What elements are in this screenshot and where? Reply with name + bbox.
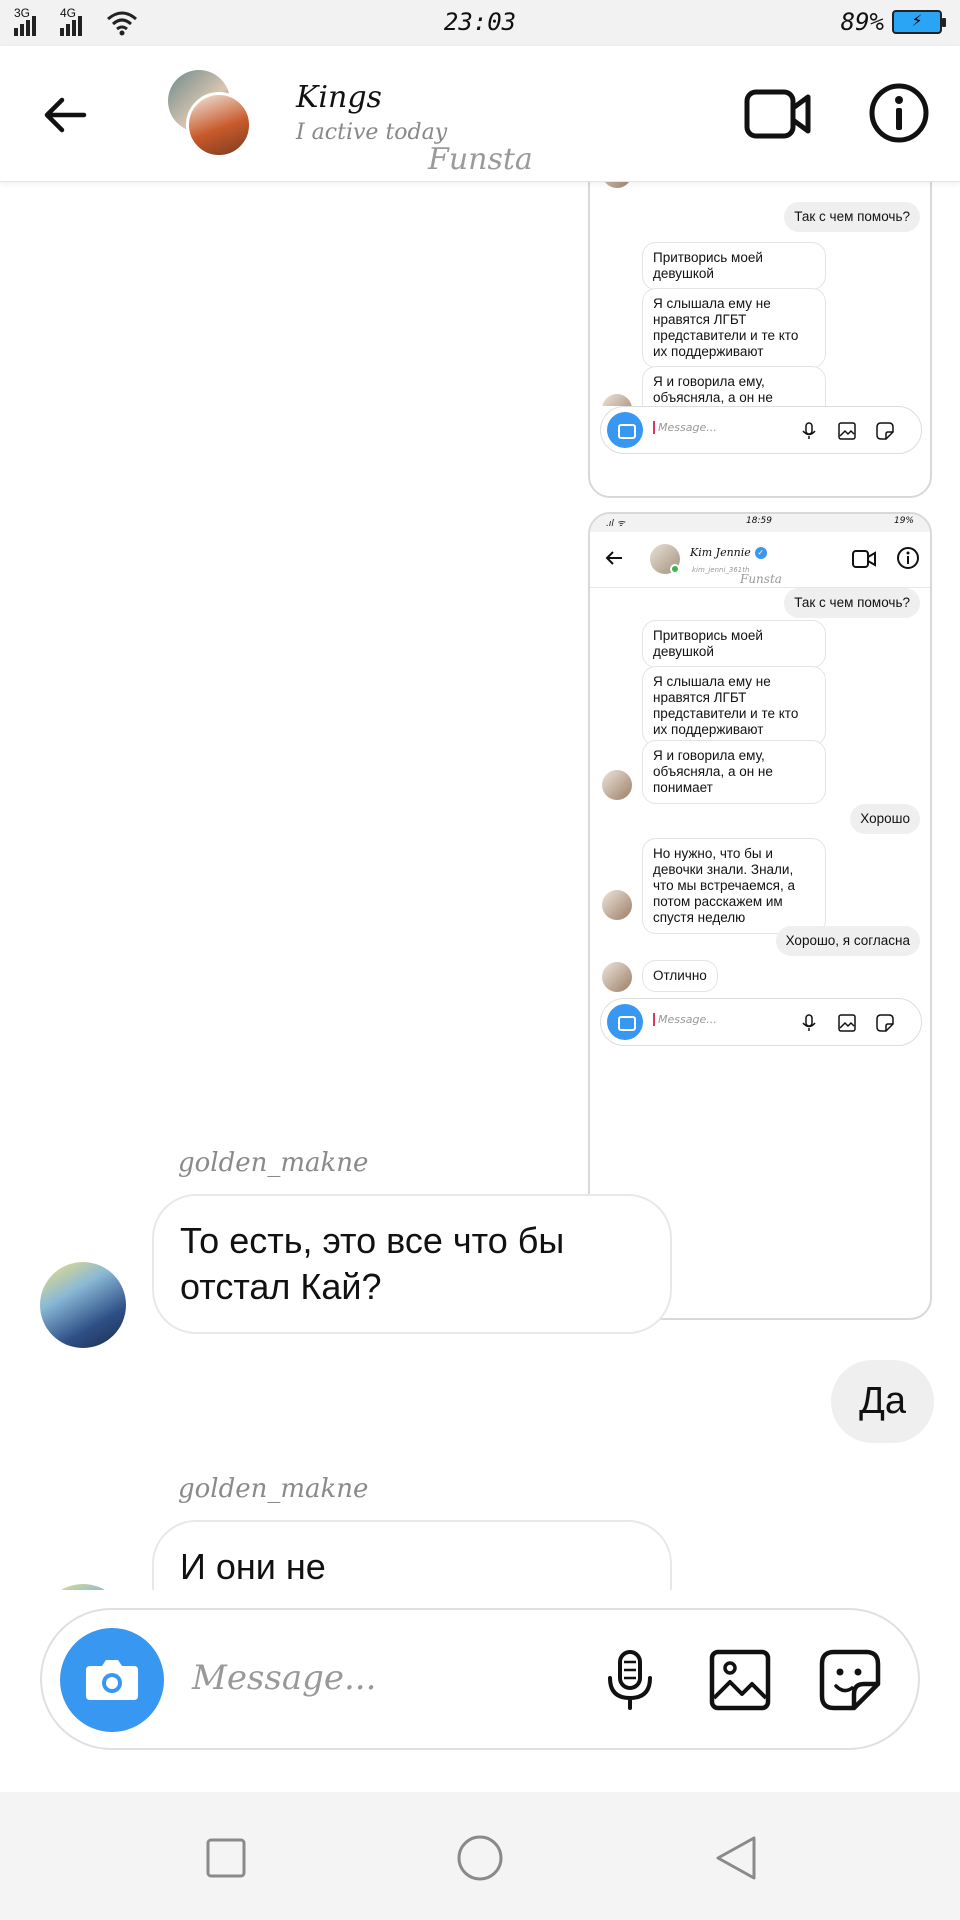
- system-navigation-bar: [0, 1792, 960, 1920]
- battery-percent: 89%: [840, 8, 884, 36]
- mini-placeholder: Message...: [653, 1013, 717, 1026]
- mini-microphone-icon: [802, 422, 816, 439]
- chat-header: Kings I active today Funsta: [0, 46, 960, 182]
- mini-message-in: Я и говорила ему, объясняла, а он не пон…: [642, 740, 826, 804]
- camera-button[interactable]: [60, 1628, 164, 1732]
- message-list[interactable]: Так с чем помочь? Притворись моей девушк…: [0, 182, 960, 1590]
- mini-message-out: Хорошо, я согласна: [775, 926, 920, 956]
- online-dot: [670, 564, 680, 574]
- mini-sticker-icon: [876, 422, 894, 440]
- message-bubble-out[interactable]: Да: [831, 1360, 934, 1443]
- mini-message-out: Хорошо: [850, 804, 920, 834]
- back-triangle-icon[interactable]: [712, 1834, 760, 1882]
- battery-icon: ⚡: [892, 10, 946, 34]
- home-circle-icon[interactable]: [456, 1834, 504, 1882]
- mini-header: Kim Jennie ✓ kim_jenni_361th Funsta: [590, 532, 930, 588]
- mini-video-camera-icon: [852, 550, 876, 568]
- recents-square-icon[interactable]: [202, 1834, 250, 1882]
- watermark: Funsta: [428, 142, 533, 177]
- sender-avatar[interactable]: [40, 1262, 126, 1348]
- mini-info-icon: [897, 547, 919, 569]
- mini-message-out: Так с чем помочь?: [784, 588, 920, 618]
- mini-back-arrow-icon: [605, 551, 622, 565]
- mini-avatar: [602, 182, 632, 188]
- group-avatar[interactable]: [168, 70, 258, 160]
- clock: 23:03: [443, 8, 517, 36]
- message-composer: Message...: [40, 1608, 920, 1750]
- mini-contact-name: Kim Jennie ✓: [690, 546, 767, 559]
- mini-message-out: Так с чем помочь?: [784, 202, 920, 232]
- mini-avatar: [602, 890, 632, 920]
- mini-sticker-icon: [876, 1014, 894, 1032]
- mini-message-in: Я слышала ему не нравятся ЛГБТ представи…: [642, 288, 826, 368]
- chat-title[interactable]: Kings: [296, 80, 382, 115]
- mini-battery: 19%: [893, 516, 914, 526]
- mini-message-in: Я слышала ему не нравятся ЛГБТ представи…: [642, 666, 826, 746]
- status-bar: 3G 4G 23:03 89% ⚡: [0, 0, 960, 46]
- message-bubble-in[interactable]: И они не: [152, 1520, 672, 1590]
- avatar-photo-2: [186, 92, 252, 158]
- back-arrow-icon[interactable]: [40, 90, 90, 140]
- gallery-icon[interactable]: [708, 1648, 772, 1712]
- mini-camera-icon: [607, 1004, 643, 1040]
- mini-message-in: Но нужно, что бы и девочки знали. Знали,…: [642, 838, 826, 934]
- mini-message-in: Притворись моей девушкой: [642, 242, 826, 290]
- mini-gallery-icon: [838, 1014, 856, 1032]
- mini-watermark: Funsta: [740, 572, 782, 586]
- video-camera-icon[interactable]: [744, 86, 812, 142]
- sender-avatar[interactable]: [40, 1584, 126, 1590]
- mini-composer: Message...: [600, 406, 922, 454]
- mini-status-bar: .ıl ᯤ 18:59 19%: [590, 514, 930, 532]
- mini-message-in: Отлично: [642, 960, 718, 992]
- message-bubble-in[interactable]: То есть, это все что бы отстал Кай?: [152, 1194, 672, 1334]
- microphone-icon[interactable]: [598, 1648, 662, 1712]
- mini-gallery-icon: [838, 422, 856, 440]
- camera-icon: [86, 1660, 138, 1700]
- mini-composer: Message...: [600, 998, 922, 1046]
- active-status: I active today: [296, 120, 448, 145]
- info-icon[interactable]: [868, 82, 930, 144]
- sender-name: golden_makne: [178, 1474, 369, 1504]
- shared-screenshot-1[interactable]: Так с чем помочь? Притворись моей девушк…: [588, 182, 932, 498]
- mini-avatar: [602, 962, 632, 992]
- mini-avatar: [602, 770, 632, 800]
- mini-camera-icon: [607, 412, 643, 448]
- message-input[interactable]: Message...: [192, 1658, 376, 1698]
- verified-badge-icon: ✓: [754, 547, 767, 559]
- sticker-icon[interactable]: [818, 1648, 882, 1712]
- sender-name: golden_makne: [178, 1148, 369, 1178]
- mini-microphone-icon: [802, 1014, 816, 1031]
- mini-placeholder: Message...: [653, 421, 717, 434]
- battery-indicator: 89% ⚡: [840, 8, 946, 36]
- mini-message-in: Притворись моей девушкой: [642, 620, 826, 668]
- mini-clock: 18:59: [746, 516, 772, 526]
